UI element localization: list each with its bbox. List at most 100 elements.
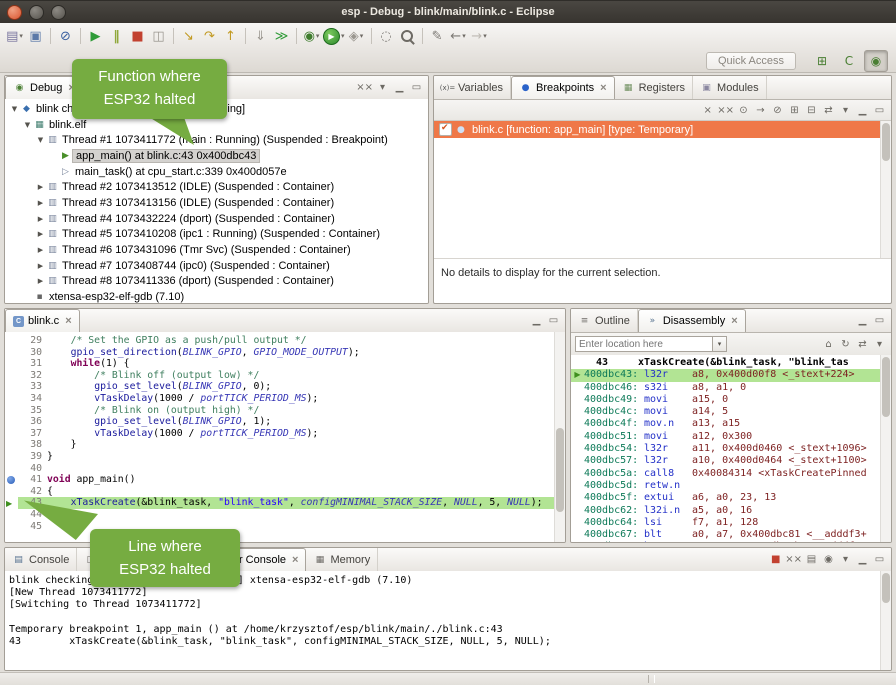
close-tab-icon[interactable]: × <box>65 315 71 327</box>
disassembly-line[interactable]: 400dbc4f:mov.na13, a15 <box>571 418 881 430</box>
tab-registers[interactable]: ▦Registers <box>615 76 693 99</box>
window-minimize-button[interactable] <box>29 5 44 20</box>
disassembly-line[interactable]: 400dbc54:l32ra11, 0x400d0460 <_stext+109… <box>571 443 881 455</box>
editor-line[interactable]: 30 gpio_set_direction(BLINK_GPIO, GPIO_M… <box>5 347 555 359</box>
location-dropdown-icon[interactable]: ▾ <box>713 336 727 352</box>
open-console-menu-button[interactable]: ▾ <box>838 552 853 567</box>
editor-line[interactable]: 35 /* Blink on (output high) */ <box>5 405 555 417</box>
maximize-view-button[interactable]: ▭ <box>872 552 887 567</box>
tree-row[interactable]: ▷main_task() at cpu_start.c:339 0x400d05… <box>5 164 428 180</box>
terminate-button[interactable]: ■ <box>128 26 147 46</box>
disassembly-line[interactable]: 400dbc57:l32ra10, 0x400d0464 <_stext+110… <box>571 455 881 467</box>
location-input[interactable] <box>575 336 713 352</box>
step-over-button[interactable]: ↷ <box>200 26 219 46</box>
maximize-view-button[interactable]: ▭ <box>409 80 424 95</box>
expand-arrow-icon[interactable]: ▼ <box>9 105 20 113</box>
link-with-debug-button[interactable]: ⇄ <box>821 103 836 118</box>
disassembly-line[interactable]: 400dbc5a:call80x40084314 <xTaskCreatePin… <box>571 468 881 480</box>
view-menu-button[interactable]: ▾ <box>872 337 887 352</box>
disassembly-line[interactable]: 400dbc67:blta0, a7, 0x400dbc81 <__adddf3… <box>571 529 881 541</box>
remove-all-launches-button[interactable]: ×× <box>785 552 802 567</box>
tab-console[interactable]: ▤Console <box>5 548 77 571</box>
close-tab-icon[interactable]: × <box>292 554 298 566</box>
status-resize-handle[interactable] <box>648 675 655 683</box>
collapse-all-button[interactable]: ⊟ <box>804 103 819 118</box>
remove-all-breakpoints-button[interactable]: ×× <box>717 103 734 118</box>
disassembly-line[interactable]: 400dbc51:movia12, 0x300 <box>571 431 881 443</box>
minimize-view-button[interactable]: ▁ <box>529 313 544 328</box>
forward-button[interactable]: →▾ <box>470 26 489 46</box>
home-button[interactable]: ⌂ <box>821 337 836 352</box>
pin-console-button[interactable]: ◉ <box>821 552 836 567</box>
disassembly-line[interactable]: 400dbc6a:bnonea0, a1, 0x400dbc8b <__addd… <box>571 541 881 542</box>
tree-row[interactable]: ▼▦blink.elf <box>5 117 428 133</box>
step-return-button[interactable]: ↑ <box>221 26 240 46</box>
tab-outline[interactable]: ≡Outline <box>571 309 638 332</box>
tab-blink-c[interactable]: Cblink.c× <box>5 309 80 332</box>
breakpoint-row[interactable]: blink.c [function: app_main] [type: Temp… <box>434 121 891 138</box>
tree-row[interactable]: ▶▥Thread #5 1073410208 (ipc1 : Running) … <box>5 227 428 243</box>
run-button[interactable]: ▶▾ <box>323 26 345 46</box>
minimize-view-button[interactable]: ▁ <box>855 313 870 328</box>
save-button[interactable]: ▣ <box>26 26 45 46</box>
editor-scrollbar[interactable] <box>554 332 565 542</box>
disassembly-line[interactable]: 400dbc64:lsif7, a1, 128 <box>571 517 881 529</box>
tree-row[interactable]: ▶▥Thread #6 1073431096 (Tmr Svc) (Suspen… <box>5 242 428 258</box>
show-breakpoints-supported-button[interactable]: ⊙ <box>736 103 751 118</box>
resume-button[interactable]: ▶ <box>86 26 105 46</box>
window-titlebar[interactable]: esp - Debug - blink/main/blink.c - Eclip… <box>0 1 896 23</box>
maximize-view-button[interactable]: ▭ <box>872 103 887 118</box>
open-perspective-button[interactable]: ⊞ <box>810 50 834 72</box>
disassembly-line[interactable]: 400dbc46:s32ia8, a1, 0 <box>571 382 881 394</box>
tab-modules[interactable]: ▣Modules <box>693 76 767 99</box>
expand-arrow-icon[interactable]: ▶ <box>35 199 46 207</box>
editor-line[interactable]: 40 <box>5 463 555 475</box>
clear-console-button[interactable]: ▤ <box>804 552 819 567</box>
expand-arrow-icon[interactable]: ▶ <box>35 262 46 270</box>
instruction-stepping-button[interactable]: ≫ <box>272 26 291 46</box>
disassembly-line[interactable]: 400dbc62:l32i.na5, a0, 16 <box>571 505 881 517</box>
breakpoints-scrollbar[interactable] <box>880 121 891 258</box>
code-editor[interactable]: 29 /* Set the GPIO as a push/pull output… <box>5 332 555 542</box>
tree-row[interactable]: ▶▥Thread #7 1073408744 (ipc0) (Suspended… <box>5 258 428 274</box>
sync-selection-button[interactable]: ⇄ <box>855 337 870 352</box>
disassembly-line[interactable]: 400dbc5f:extuia6, a0, 23, 13 <box>571 492 881 504</box>
editor-line[interactable]: 31 while(1) { <box>5 358 555 370</box>
tab-breakpoints[interactable]: ●Breakpoints× <box>511 76 615 99</box>
tree-row[interactable]: ▪xtensa-esp32-elf-gdb (7.10) <box>5 289 428 303</box>
tree-row[interactable]: ▶▥Thread #2 1073413512 (IDLE) (Suspended… <box>5 179 428 195</box>
step-into-button[interactable]: ↘ <box>179 26 198 46</box>
tab-disassembly[interactable]: »Disassembly× <box>638 309 746 332</box>
expand-arrow-icon[interactable]: ▶ <box>35 183 46 191</box>
disassembly-listing[interactable]: 43xTaskCreate(&blink_task, "blink_tas▶40… <box>571 355 881 542</box>
search-button[interactable] <box>398 26 417 46</box>
remove-all-terminated-button[interactable]: ×× <box>356 80 373 95</box>
tree-row[interactable]: ▼▥Thread #1 1073411772 (main : Running) … <box>5 132 428 148</box>
expand-all-button[interactable]: ⊞ <box>787 103 802 118</box>
view-menu-button[interactable]: ▾ <box>375 80 390 95</box>
last-edit-location-button[interactable]: ✎ <box>428 26 447 46</box>
close-tab-icon[interactable]: × <box>600 82 606 94</box>
maximize-view-button[interactable]: ▭ <box>546 313 561 328</box>
skip-all-breakpoints-button[interactable]: ⊘ <box>770 103 785 118</box>
terminate-button[interactable]: ■ <box>768 552 783 567</box>
disassembly-line[interactable]: 400dbc5d:retw.n <box>571 480 881 492</box>
editor-line[interactable]: ▶43 xTaskCreate(&blink_task, "blink_task… <box>5 497 555 509</box>
tree-row[interactable]: ▶▥Thread #3 1073413156 (IDLE) (Suspended… <box>5 195 428 211</box>
editor-line[interactable]: 34 vTaskDelay(1000 / portTICK_PERIOD_MS)… <box>5 393 555 405</box>
editor-line[interactable]: 38 } <box>5 439 555 451</box>
editor-line[interactable]: 29 /* Set the GPIO as a push/pull output… <box>5 335 555 347</box>
disassembly-scrollbar[interactable] <box>880 355 891 542</box>
disassembly-line[interactable]: 400dbc49:movia15, 0 <box>571 394 881 406</box>
view-menu-button[interactable]: ▾ <box>838 103 853 118</box>
editor-line[interactable]: 33 gpio_set_level(BLINK_GPIO, 0); <box>5 381 555 393</box>
maximize-view-button[interactable]: ▭ <box>872 313 887 328</box>
skip-all-breakpoints-button[interactable]: ⊘ <box>56 26 75 46</box>
minimize-view-button[interactable]: ▁ <box>855 552 870 567</box>
editor-line[interactable]: 42{ <box>5 486 555 498</box>
open-element-button[interactable]: ◌ <box>377 26 396 46</box>
disassembly-line[interactable]: 400dbc4c:movia14, 5 <box>571 406 881 418</box>
disassembly-line[interactable]: ▶400dbc43:l32ra8, 0x400d00f8 <_stext+224… <box>571 369 881 381</box>
expand-arrow-icon[interactable]: ▶ <box>35 215 46 223</box>
new-wizard-button[interactable]: ▤▾ <box>5 26 24 46</box>
